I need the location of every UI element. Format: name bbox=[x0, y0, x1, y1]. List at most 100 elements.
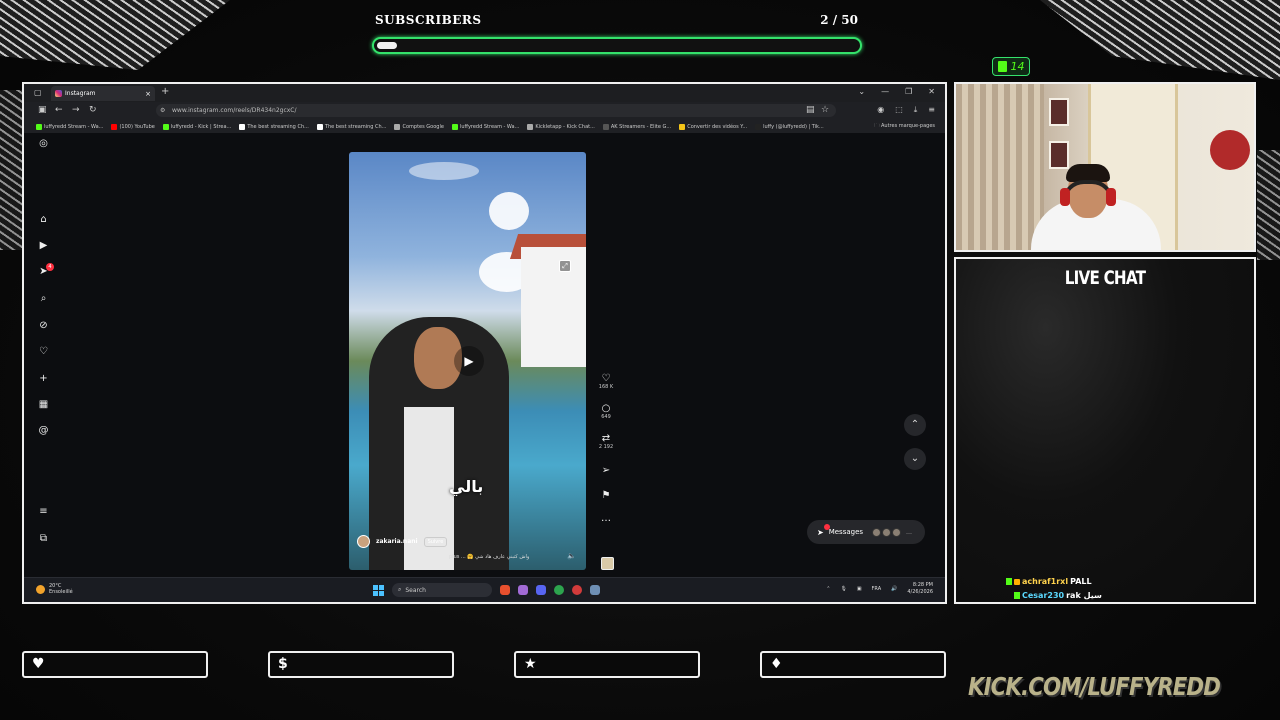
discord-icon[interactable] bbox=[536, 585, 546, 595]
home-icon[interactable]: ⌂ bbox=[38, 214, 49, 225]
bookmark-item[interactable]: luffyredd Stream - Wa... bbox=[36, 123, 103, 130]
back-icon[interactable]: ← bbox=[55, 105, 63, 115]
reel-author[interactable]: zakaria.nani Suivre bbox=[357, 535, 448, 548]
bookmark-label: luffyredd Stream - Wa... bbox=[459, 123, 520, 130]
repost-button[interactable]: ⇄ 2 192 bbox=[596, 433, 616, 450]
reload-icon[interactable]: ↻ bbox=[89, 105, 97, 115]
reader-mode-icon[interactable]: ▤ bbox=[806, 105, 815, 115]
play-icon[interactable]: ▶ bbox=[454, 346, 484, 376]
tray-chevron-icon[interactable]: ⌃ bbox=[826, 586, 830, 592]
cloud bbox=[409, 162, 479, 180]
windows-start-icon[interactable] bbox=[373, 584, 384, 596]
bookmark-item[interactable]: Convertir des vidéos Y... bbox=[679, 123, 748, 130]
weather-widget[interactable]: 20°C Ensoleillé bbox=[36, 583, 73, 595]
clock-date: 4/26/2026 bbox=[907, 589, 933, 595]
volume-icon[interactable]: 🔊 bbox=[891, 586, 897, 592]
share-icon: ➢ bbox=[601, 465, 611, 476]
save-button[interactable]: ⚑ bbox=[596, 490, 616, 501]
forward-icon[interactable]: → bbox=[72, 105, 80, 115]
clock-time: 8:28 PM bbox=[912, 582, 933, 588]
also-from-meta-icon[interactable]: ⧉ bbox=[38, 533, 49, 544]
bookmark-item[interactable]: Kickletapp - Kick Chat... bbox=[527, 123, 595, 130]
bookmark-item[interactable]: luffyredd Stream - Wa... bbox=[451, 123, 520, 130]
other-bookmarks-folder[interactable]: 🗀 Autres marque-pages bbox=[874, 123, 935, 131]
bookmark-item[interactable]: The best streaming Ch... bbox=[239, 123, 309, 130]
tab-title: Instagram bbox=[65, 90, 96, 97]
bookmarks-bar: luffyredd Stream - Wa... (100) YouTube luf… bbox=[24, 120, 945, 133]
clock[interactable]: 8:28 PM 4/26/2026 bbox=[907, 582, 933, 596]
follow-button[interactable]: Suivre bbox=[423, 536, 448, 547]
reel-video[interactable]: ⤢ ▶ بالي zakaria.nani Suivre plus ... 🤗 … bbox=[349, 152, 586, 570]
stream-overlay: SUBSCRIBERS 2 / 50 14 ▢ Instagram × + ⌄ … bbox=[0, 0, 1280, 720]
previous-reel-button[interactable]: ⌃ bbox=[904, 414, 926, 436]
obs-icon[interactable] bbox=[572, 585, 582, 595]
search-placeholder: Search bbox=[405, 586, 426, 594]
author-name[interactable]: zakaria.nani bbox=[376, 538, 418, 545]
create-icon[interactable]: + bbox=[38, 373, 49, 384]
bookmark-item[interactable]: Comptes Google bbox=[394, 123, 444, 130]
bookmark-item[interactable]: luffy (@luffyredd) | Tik... bbox=[755, 123, 824, 130]
chrome-icon[interactable] bbox=[554, 585, 564, 595]
bookmark-item[interactable]: AK Streamers - Elite G... bbox=[602, 123, 671, 130]
bookmark-item[interactable]: (100) YouTube bbox=[111, 123, 155, 130]
bookmark-item[interactable]: luffyredd - Kick | Strea... bbox=[162, 123, 231, 130]
new-tab-icon[interactable]: + bbox=[161, 86, 169, 97]
bookmark-label: Convertir des vidéos Y... bbox=[687, 123, 748, 130]
comment-button[interactable]: ○ 649 bbox=[596, 403, 616, 420]
restore-icon[interactable]: ❐ bbox=[905, 87, 912, 96]
expand-icon[interactable]: ⤢ bbox=[559, 260, 571, 272]
like-count: 168 K bbox=[598, 384, 614, 390]
dashboard-icon[interactable]: ▦ bbox=[38, 399, 49, 410]
browser-tab-bar: ▢ Instagram × + ⌄ — ❐ ✕ bbox=[24, 84, 945, 102]
threads-icon[interactable]: @ bbox=[38, 425, 49, 436]
reel-caption[interactable]: plus ... 🤗 واش كتبني عارف هاد شي bbox=[449, 554, 529, 560]
corner-art-top-left bbox=[0, 0, 230, 70]
bookmark-star-icon[interactable]: ☆ bbox=[821, 105, 829, 115]
bookmark-favicon-icon bbox=[451, 123, 458, 130]
bookmark-item[interactable]: The best streaming Ch... bbox=[316, 123, 386, 130]
extensions-icon[interactable]: ⬚ bbox=[895, 105, 903, 115]
search-icon: ⌕ bbox=[398, 586, 402, 593]
taskbar-search[interactable]: ⌕ Search bbox=[392, 583, 492, 597]
sidebar-toggle-icon[interactable]: ▣ bbox=[38, 105, 47, 115]
tab-list-icon[interactable]: ⌄ bbox=[858, 87, 865, 96]
site-info-icon[interactable]: ⚙ bbox=[160, 107, 165, 114]
close-window-icon[interactable]: ✕ bbox=[928, 87, 935, 96]
profile-icon[interactable]: ◉ bbox=[877, 105, 884, 115]
instagram-logo-icon[interactable]: ◎ bbox=[38, 138, 49, 149]
close-tab-icon[interactable]: × bbox=[145, 90, 151, 98]
author-avatar[interactable] bbox=[357, 535, 370, 548]
messages-button[interactable]: ➤ Messages … bbox=[807, 520, 925, 544]
screen-capture: ▢ Instagram × + ⌄ — ❐ ✕ ▣ ← → ↻ ⚙ www.in… bbox=[22, 82, 947, 604]
download-icon[interactable]: ⤓ bbox=[914, 105, 918, 115]
firefox-icon[interactable] bbox=[500, 585, 510, 595]
next-reel-button[interactable]: ⌄ bbox=[904, 448, 926, 470]
donation-widget: $ bbox=[268, 651, 454, 678]
share-button[interactable]: ➢ bbox=[596, 465, 616, 476]
bookmark-favicon-icon bbox=[394, 123, 401, 130]
live-chat-panel: LIVE CHAT achraf1rxl PALL Cesar230 rak س… bbox=[954, 257, 1256, 604]
wall-frame bbox=[1049, 98, 1069, 126]
app-icon[interactable] bbox=[590, 585, 600, 595]
message-avatar bbox=[882, 527, 892, 537]
minimize-icon[interactable]: — bbox=[881, 87, 889, 96]
search-icon[interactable]: ⌕ bbox=[38, 293, 49, 304]
reels-icon[interactable]: ▶ bbox=[38, 240, 49, 251]
tab-instagram[interactable]: Instagram × bbox=[51, 86, 155, 101]
microphone-icon[interactable]: 🎙 bbox=[840, 586, 846, 592]
tab-overview-icon[interactable]: ▢ bbox=[34, 88, 42, 97]
app-icon[interactable] bbox=[518, 585, 528, 595]
like-button[interactable]: ♡ 168 K bbox=[596, 373, 616, 390]
more-options-button[interactable]: … bbox=[596, 513, 616, 524]
explore-icon[interactable]: ⊘ bbox=[38, 320, 49, 331]
mute-icon[interactable]: 🔈 bbox=[567, 552, 576, 560]
more-menu-icon[interactable]: ≡ bbox=[38, 506, 49, 517]
tray-app-icon[interactable]: ▣ bbox=[857, 586, 862, 592]
notifications-heart-icon[interactable]: ♡ bbox=[38, 346, 49, 357]
dollar-icon: $ bbox=[278, 656, 288, 672]
audio-thumbnail[interactable] bbox=[601, 557, 614, 570]
chat-text: rak سيل bbox=[1066, 591, 1102, 600]
language-indicator[interactable]: FRA bbox=[872, 586, 882, 592]
url-field[interactable]: ⚙ www.instagram.com/reels/DR434n2gcxC/ bbox=[156, 104, 836, 117]
menu-icon[interactable]: ≡ bbox=[928, 105, 935, 115]
